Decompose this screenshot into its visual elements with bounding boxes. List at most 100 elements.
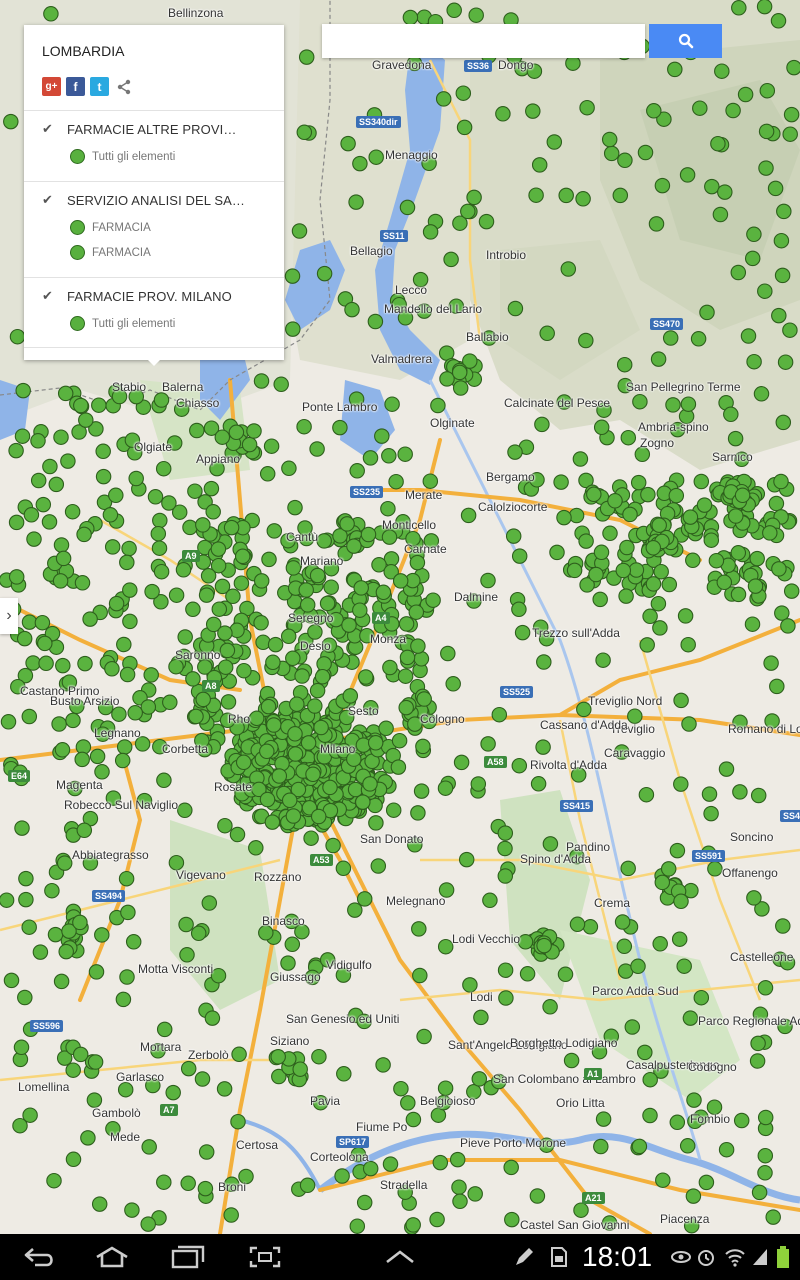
pharmacy-marker[interactable] xyxy=(652,936,668,952)
pharmacy-marker[interactable] xyxy=(593,544,610,561)
pharmacy-marker[interactable] xyxy=(220,694,237,710)
pharmacy-marker[interactable] xyxy=(753,386,770,402)
pharmacy-marker[interactable] xyxy=(287,499,303,516)
pharmacy-marker[interactable] xyxy=(299,597,316,613)
pharmacy-marker[interactable] xyxy=(768,495,785,512)
pharmacy-marker[interactable] xyxy=(620,860,636,877)
pharmacy-marker[interactable] xyxy=(74,575,91,591)
pharmacy-marker[interactable] xyxy=(503,1159,519,1176)
pharmacy-marker[interactable] xyxy=(223,1207,239,1223)
pharmacy-marker[interactable] xyxy=(41,514,58,530)
pharmacy-marker[interactable] xyxy=(671,931,688,947)
pharmacy-marker[interactable] xyxy=(153,392,170,408)
pharmacy-marker[interactable] xyxy=(303,830,319,846)
pharmacy-marker[interactable] xyxy=(757,980,774,996)
pharmacy-marker[interactable] xyxy=(728,508,744,524)
pharmacy-marker[interactable] xyxy=(57,385,74,402)
pharmacy-marker[interactable] xyxy=(546,134,563,150)
pharmacy-marker[interactable] xyxy=(482,892,498,909)
pharmacy-marker[interactable] xyxy=(336,1066,352,1082)
pharmacy-marker[interactable] xyxy=(388,473,404,490)
pharmacy-marker[interactable] xyxy=(783,583,800,599)
pharmacy-marker[interactable] xyxy=(360,526,377,543)
expand-panel-button[interactable]: › xyxy=(0,598,18,634)
pharmacy-marker[interactable] xyxy=(690,331,707,347)
pharmacy-marker[interactable] xyxy=(572,451,589,467)
pharmacy-marker[interactable] xyxy=(228,424,245,441)
pharmacy-marker[interactable] xyxy=(47,926,64,943)
pharmacy-marker[interactable] xyxy=(151,540,168,556)
pharmacy-marker[interactable] xyxy=(115,991,132,1008)
pharmacy-marker[interactable] xyxy=(261,551,277,568)
pharmacy-marker[interactable] xyxy=(248,710,265,727)
pharmacy-marker[interactable] xyxy=(771,307,787,324)
pharmacy-marker[interactable] xyxy=(410,805,426,821)
pharmacy-marker[interactable] xyxy=(16,630,33,647)
pharmacy-marker[interactable] xyxy=(661,576,678,593)
pharmacy-marker[interactable] xyxy=(416,691,432,707)
pharmacy-marker[interactable] xyxy=(234,548,251,565)
pharmacy-marker[interactable] xyxy=(478,213,495,230)
pharmacy-marker[interactable] xyxy=(466,189,482,206)
pharmacy-marker[interactable] xyxy=(55,550,72,567)
pharmacy-marker[interactable] xyxy=(267,636,284,653)
pharmacy-marker[interactable] xyxy=(190,925,207,942)
pharmacy-marker[interactable] xyxy=(573,1202,589,1218)
pharmacy-marker[interactable] xyxy=(122,582,138,598)
pharmacy-marker[interactable] xyxy=(15,382,31,399)
pharmacy-marker[interactable] xyxy=(746,353,762,370)
pharmacy-marker[interactable] xyxy=(642,608,658,625)
pharmacy-marker[interactable] xyxy=(203,480,220,497)
pharmacy-marker[interactable] xyxy=(340,135,356,152)
pharmacy-marker[interactable] xyxy=(271,768,288,784)
pharmacy-marker[interactable] xyxy=(718,761,735,777)
pharmacy-marker[interactable] xyxy=(52,573,69,589)
pharmacy-marker[interactable] xyxy=(402,9,419,26)
pharmacy-marker[interactable] xyxy=(408,604,425,620)
pharmacy-marker[interactable] xyxy=(367,313,384,330)
pharmacy-marker[interactable] xyxy=(653,563,669,580)
pharmacy-marker[interactable] xyxy=(156,1174,172,1190)
pharmacy-marker[interactable] xyxy=(230,1113,246,1130)
pharmacy-marker[interactable] xyxy=(511,548,528,564)
pharmacy-marker[interactable] xyxy=(175,562,192,578)
screenshot-button[interactable] xyxy=(245,1242,285,1272)
pharmacy-marker[interactable] xyxy=(693,989,710,1006)
pharmacy-marker[interactable] xyxy=(298,582,314,598)
pharmacy-marker[interactable] xyxy=(309,682,326,699)
pharmacy-marker[interactable] xyxy=(422,473,439,489)
pharmacy-marker[interactable] xyxy=(730,586,747,603)
pharmacy-marker[interactable] xyxy=(108,595,125,612)
pharmacy-marker[interactable] xyxy=(751,1184,768,1201)
pharmacy-marker[interactable] xyxy=(770,13,787,29)
pharmacy-marker[interactable] xyxy=(368,815,384,831)
pharmacy-marker[interactable] xyxy=(495,106,511,122)
pharmacy-marker[interactable] xyxy=(399,199,416,216)
legend-item[interactable]: FARMACIA xyxy=(70,245,151,260)
pharmacy-marker[interactable] xyxy=(248,840,264,856)
pharmacy-marker[interactable] xyxy=(637,144,654,161)
pharmacy-marker[interactable] xyxy=(757,1165,773,1181)
pharmacy-marker[interactable] xyxy=(425,592,441,608)
checkbox-checked-icon[interactable]: ✔ xyxy=(42,192,56,207)
pharmacy-marker[interactable] xyxy=(270,1049,286,1065)
pharmacy-marker[interactable] xyxy=(216,1081,233,1097)
pharmacy-marker[interactable] xyxy=(214,429,231,445)
pharmacy-marker[interactable] xyxy=(21,919,37,935)
pharmacy-marker[interactable] xyxy=(53,429,69,445)
pharmacy-marker[interactable] xyxy=(413,783,430,799)
pharmacy-marker[interactable] xyxy=(229,826,246,843)
pharmacy-marker[interactable] xyxy=(468,7,484,23)
pharmacy-marker[interactable] xyxy=(749,550,765,567)
pharmacy-marker[interactable] xyxy=(445,676,461,692)
pharmacy-marker[interactable] xyxy=(536,654,552,670)
pharmacy-marker[interactable] xyxy=(362,776,378,792)
pharmacy-marker[interactable] xyxy=(676,958,692,974)
pharmacy-marker[interactable] xyxy=(460,507,477,524)
pharmacy-marker[interactable] xyxy=(440,645,456,662)
pharmacy-marker[interactable] xyxy=(507,444,523,460)
pharmacy-marker[interactable] xyxy=(316,656,332,672)
pharmacy-marker[interactable] xyxy=(143,667,159,683)
pharmacy-marker[interactable] xyxy=(757,283,773,299)
pharmacy-marker[interactable] xyxy=(8,514,25,531)
